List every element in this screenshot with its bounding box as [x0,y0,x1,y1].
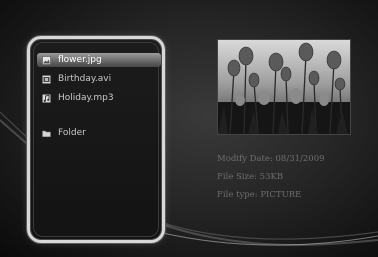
modify-date-text: Modify Date: 08/31/2009 [217,154,325,164]
file-item-birthday[interactable]: Birthday.avi [37,72,161,86]
video-icon [42,74,51,84]
folder-icon [42,130,51,137]
file-name: flower.jpg [58,55,102,65]
file-name: Birthday.avi [58,74,112,84]
file-name: Holiday.mp3 [58,93,114,103]
media-browser-screen: flower.jpg Birthday.avi Holiday.mp3 Fold… [0,0,378,257]
image-icon [42,55,51,65]
music-icon [42,93,51,103]
file-list-panel: flower.jpg Birthday.avi Holiday.mp3 Fold… [27,36,165,243]
file-item-flower[interactable]: flower.jpg [37,53,161,67]
file-size-text: File Size: 53KB [217,172,284,182]
file-name: Folder [58,128,86,138]
flower-photo [218,40,350,134]
file-type-text: File type: PICTURE [217,190,302,200]
file-item-holiday[interactable]: Holiday.mp3 [37,91,161,105]
image-preview [217,39,351,135]
file-item-folder[interactable]: Folder [37,126,161,140]
